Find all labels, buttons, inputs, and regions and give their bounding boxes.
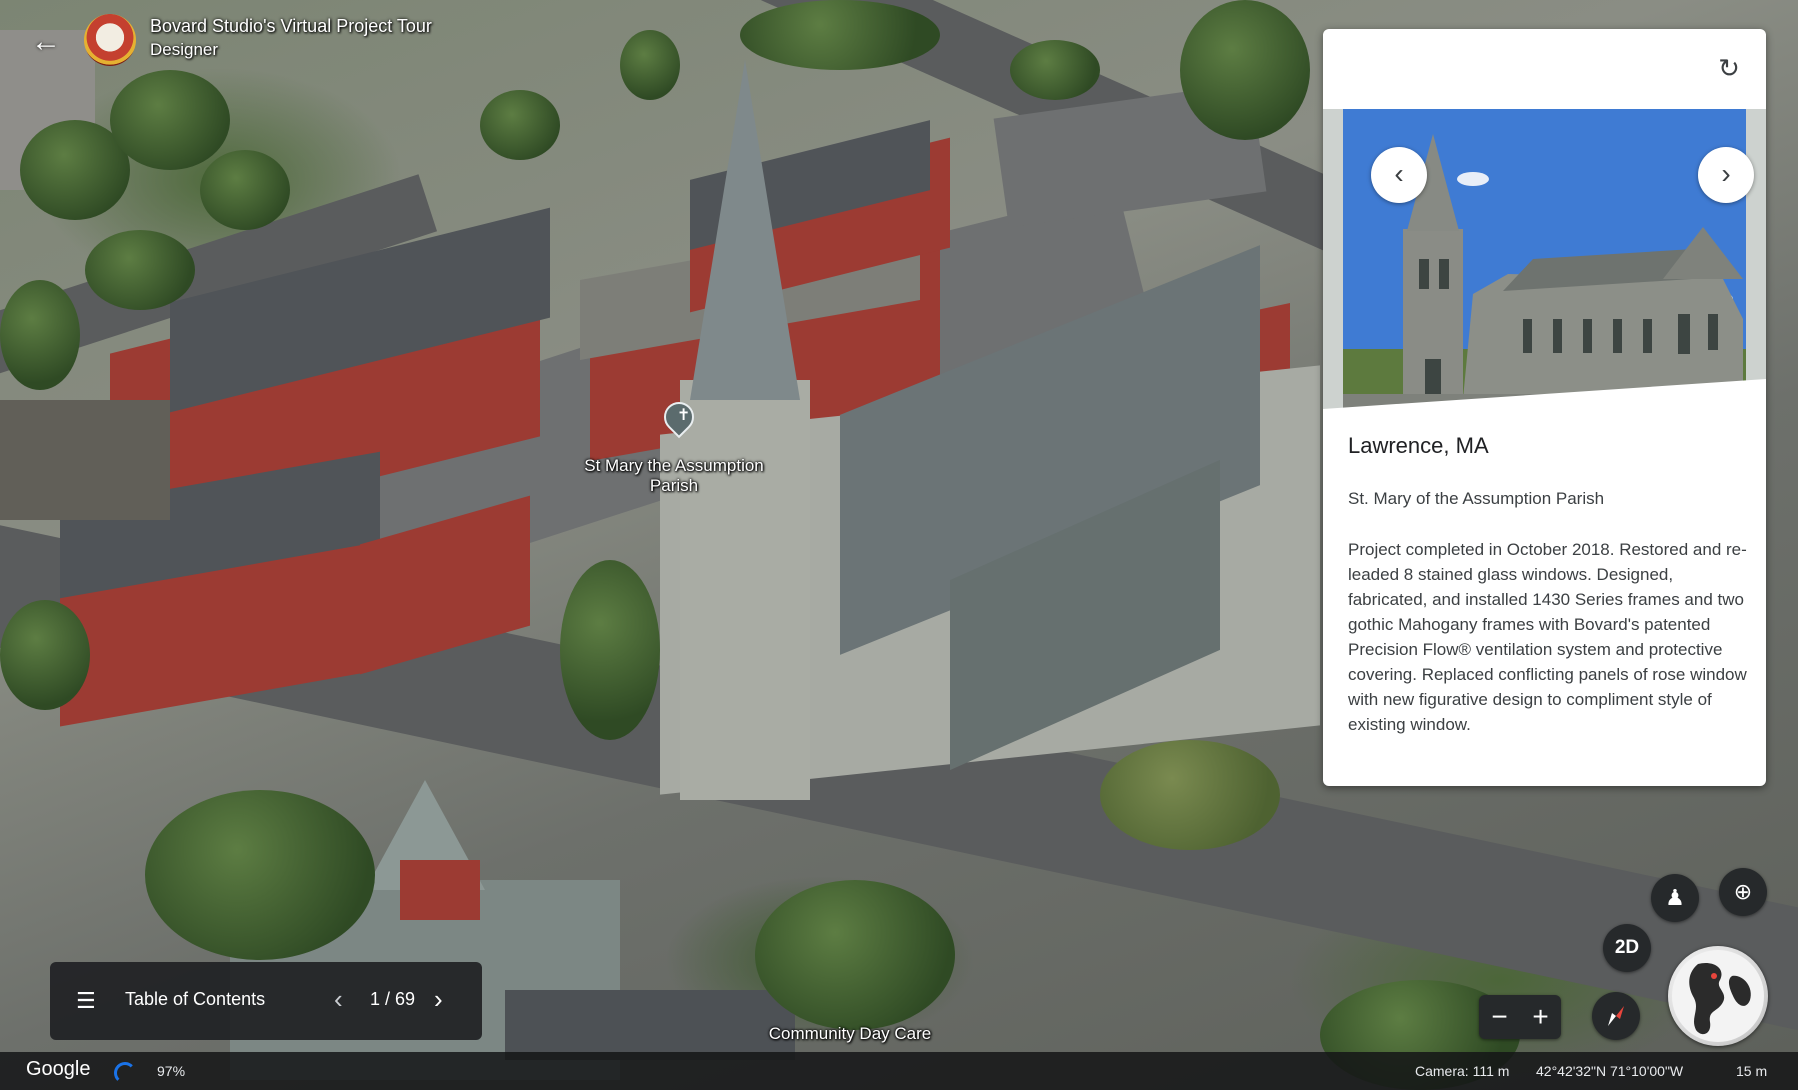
arrow-left-icon: ← — [31, 25, 61, 58]
toc-prev-button[interactable]: ‹ — [334, 984, 343, 1015]
toc-next-button[interactable]: › — [434, 984, 443, 1015]
project-subtitle: Designer — [150, 40, 219, 59]
load-percent: 97% — [157, 1063, 186, 1079]
view-2d-button[interactable]: 2D — [1603, 924, 1651, 972]
crosshair-icon: ⊕ — [1733, 879, 1753, 904]
refresh-button[interactable]: ↻ — [1712, 51, 1746, 85]
globe-icon — [1672, 950, 1764, 1042]
street-view-button[interactable]: ♟ — [1651, 874, 1699, 922]
globe-button[interactable] — [1668, 946, 1768, 1046]
chevron-left-icon: ‹ — [1394, 158, 1404, 189]
back-button[interactable]: ← — [28, 24, 64, 60]
plus-icon: + — [1532, 1001, 1549, 1032]
cross-icon: ✝ — [677, 407, 691, 424]
loading-spinner-icon — [114, 1062, 136, 1084]
map-label-church[interactable]: St Mary the Assumption Parish — [584, 456, 764, 496]
camera-altitude: Camera: 111 m — [1415, 1063, 1510, 1079]
place-description: Project completed in October 2018. Resto… — [1348, 540, 1747, 734]
prev-photo-button[interactable]: ‹ — [1371, 147, 1427, 203]
zoom-control: − + — [1479, 995, 1561, 1039]
project-title: Bovard Studio's Virtual Project Tour — [150, 16, 432, 36]
zoom-in-button[interactable]: + — [1520, 995, 1561, 1039]
next-photo-button[interactable]: › — [1698, 147, 1754, 203]
avatar — [84, 14, 136, 66]
status-bar: Google 97% Camera: 111 m 42°42'32"N 71°1… — [0, 1052, 1798, 1090]
chevron-right-icon: › — [1721, 158, 1731, 189]
place-heading: Lawrence, MA — [1348, 433, 1489, 458]
refresh-icon: ↻ — [1718, 53, 1740, 83]
compass-icon — [1608, 1006, 1624, 1026]
toc-button[interactable]: Table of Contents — [125, 989, 265, 1010]
place-name: St. Mary of the Assumption Parish — [1348, 489, 1605, 508]
toc-bar: ☰ Table of Contents ‹ 1 / 69 › — [50, 962, 482, 1040]
toc-page-indicator: 1 / 69 — [370, 989, 416, 1009]
list-icon[interactable]: ☰ — [76, 988, 96, 1014]
google-logo: Google — [26, 1058, 91, 1080]
my-location-button[interactable]: ⊕ — [1719, 868, 1767, 916]
scale-indicator: 15 m — [1736, 1063, 1768, 1079]
compass-button[interactable] — [1592, 992, 1640, 1040]
minus-icon: − — [1491, 1001, 1508, 1032]
pegman-icon: ♟ — [1665, 885, 1685, 910]
coordinates: 42°42'32"N 71°10'00"W — [1536, 1063, 1684, 1079]
map-label-daycare[interactable]: Community Day Care — [740, 1024, 960, 1044]
info-card: ↻ ‹ › Lawrence, MA St. Mary of the Assum… — [1323, 29, 1766, 786]
zoom-out-button[interactable]: − — [1479, 995, 1520, 1039]
